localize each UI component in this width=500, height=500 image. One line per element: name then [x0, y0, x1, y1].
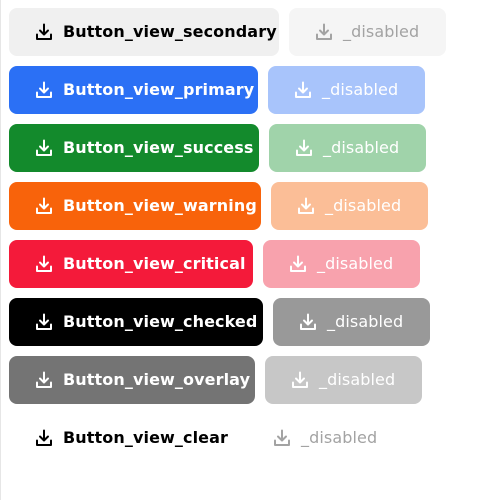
download-icon — [34, 22, 54, 42]
button-label: _disabled — [325, 196, 402, 215]
button-label: Button_view_secondary — [63, 22, 277, 41]
button-view-checked[interactable]: Button_view_checked — [9, 298, 263, 346]
button-view-critical-disabled: _disabled — [263, 240, 420, 288]
button-view-warning[interactable]: Button_view_warning — [9, 182, 261, 230]
button-view-clear[interactable]: Button_view_clear — [9, 414, 237, 462]
button-label: _disabled — [319, 370, 396, 389]
button-label: Button_view_overlay — [63, 370, 251, 389]
button-view-primary[interactable]: Button_view_primary — [9, 66, 258, 114]
button-view-checked-disabled: _disabled — [273, 298, 430, 346]
download-icon — [34, 254, 54, 274]
button-label: Button_view_primary — [63, 80, 255, 99]
left-border — [0, 0, 1, 500]
button-label: Button_view_critical — [63, 254, 246, 273]
download-icon — [288, 254, 308, 274]
button-label: Button_view_success — [63, 138, 254, 157]
download-icon — [293, 80, 313, 100]
download-icon — [290, 370, 310, 390]
download-icon — [34, 370, 54, 390]
download-icon — [34, 138, 54, 158]
button-label: Button_view_warning — [63, 196, 257, 215]
button-view-critical[interactable]: Button_view_critical — [9, 240, 253, 288]
button-label: _disabled — [317, 254, 394, 273]
button-view-secondary[interactable]: Button_view_secondary — [9, 8, 279, 56]
download-icon — [294, 138, 314, 158]
download-icon — [272, 428, 292, 448]
download-icon — [314, 22, 334, 42]
button-label: _disabled — [323, 138, 400, 157]
button-label: _disabled — [301, 428, 378, 447]
download-icon — [34, 428, 54, 448]
button-view-secondary-disabled: _disabled — [289, 8, 446, 56]
download-icon — [34, 312, 54, 332]
button-view-primary-disabled: _disabled — [268, 66, 425, 114]
download-icon — [34, 80, 54, 100]
download-icon — [298, 312, 318, 332]
button-view-overlay[interactable]: Button_view_overlay — [9, 356, 255, 404]
button-label: _disabled — [343, 22, 420, 41]
button-label: Button_view_checked — [63, 312, 258, 331]
button-view-success[interactable]: Button_view_success — [9, 124, 259, 172]
download-icon — [296, 196, 316, 216]
button-view-success-disabled: _disabled — [269, 124, 426, 172]
button-view-overlay-disabled: _disabled — [265, 356, 422, 404]
button-label: Button_view_clear — [63, 428, 229, 447]
button-label: _disabled — [327, 312, 404, 331]
button-view-clear-disabled: _disabled — [247, 414, 404, 462]
button-view-warning-disabled: _disabled — [271, 182, 428, 230]
download-icon — [34, 196, 54, 216]
button-label: _disabled — [322, 80, 399, 99]
